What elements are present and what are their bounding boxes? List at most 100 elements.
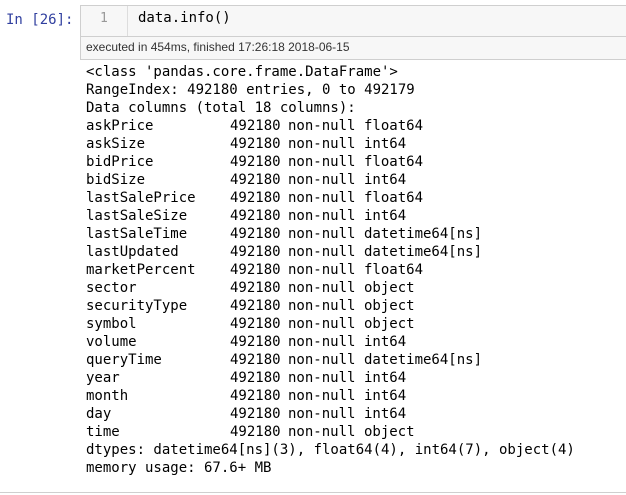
column-dtype: int64 xyxy=(364,172,407,188)
column-name: lastUpdated xyxy=(86,244,179,260)
column-name: askSize xyxy=(86,136,146,152)
input-prompt: In [26]: xyxy=(6,12,74,28)
line-number: 1 xyxy=(100,11,108,26)
column-count: 492180 xyxy=(230,118,281,134)
column-name: bidPrice xyxy=(86,154,154,170)
column-count: 492180 xyxy=(230,262,281,278)
column-dtype: int64 xyxy=(364,136,407,152)
line-number-gutter: 1 xyxy=(81,6,128,36)
code-input-area[interactable]: 1 data.info() xyxy=(80,5,626,37)
column-name: queryTime xyxy=(86,352,162,368)
column-count: 492180 xyxy=(230,172,281,188)
output-columns-header: Data columns (total 18 columns): xyxy=(86,100,356,116)
column-name: sector xyxy=(86,280,137,296)
column-dtype: float64 xyxy=(364,190,424,206)
column-nonnull: non-null xyxy=(288,172,356,188)
column-nonnull: non-null xyxy=(288,334,356,350)
column-count: 492180 xyxy=(230,352,281,368)
column-info-row: symbol 492180 non-null object xyxy=(86,315,622,333)
column-name: month xyxy=(86,388,129,404)
column-info-row: month 492180 non-null int64 xyxy=(86,387,622,405)
column-count: 492180 xyxy=(230,244,281,260)
execution-info-text: executed in 454ms, finished 17:26:18 201… xyxy=(86,40,350,54)
output-memory-line: memory usage: 67.6+ MB xyxy=(86,460,272,476)
output-class-line: <class 'pandas.core.frame.DataFrame'> xyxy=(86,64,398,80)
column-info-row: askSize 492180 non-null int64 xyxy=(86,135,622,153)
column-count: 492180 xyxy=(230,298,281,314)
column-dtype: int64 xyxy=(364,208,407,224)
column-dtype: object xyxy=(364,298,415,314)
column-nonnull: non-null xyxy=(288,370,356,386)
cell-bottom-divider xyxy=(0,492,626,493)
column-name: askPrice xyxy=(86,118,154,134)
column-name: securityType xyxy=(86,298,188,314)
column-name: day xyxy=(86,406,112,422)
column-name: volume xyxy=(86,334,137,350)
column-nonnull: non-null xyxy=(288,352,356,368)
column-info-row: lastSaleTime 492180 non-null datetime64[ns] xyxy=(86,225,622,243)
column-count: 492180 xyxy=(230,136,281,152)
execution-info-bar: executed in 454ms, finished 17:26:18 201… xyxy=(80,37,626,60)
column-nonnull: non-null xyxy=(288,298,356,314)
column-name: lastSaleSize xyxy=(86,208,188,224)
column-name: marketPercent xyxy=(86,262,196,278)
column-dtype: object xyxy=(364,280,415,296)
column-nonnull: non-null xyxy=(288,208,356,224)
column-name: lastSalePrice xyxy=(86,190,196,206)
column-info-row: askPrice 492180 non-null float64 xyxy=(86,117,622,135)
column-nonnull: non-null xyxy=(288,118,356,134)
column-dtype: int64 xyxy=(364,334,407,350)
columns-list: askPrice 492180 non-null float64 askSize 4921… xyxy=(86,117,622,441)
code-line[interactable]: data.info() xyxy=(138,10,231,26)
column-nonnull: non-null xyxy=(288,244,356,260)
column-count: 492180 xyxy=(230,334,281,350)
column-name: bidSize xyxy=(86,172,146,188)
column-info-row: sector 492180 non-null object xyxy=(86,279,622,297)
column-info-row: lastSaleSize 492180 non-null int64 xyxy=(86,207,622,225)
column-info-row: securityType 492180 non-null object xyxy=(86,297,622,315)
column-info-row: lastSalePrice 492180 non-null float64 xyxy=(86,189,622,207)
column-nonnull: non-null xyxy=(288,262,356,278)
column-count: 492180 xyxy=(230,154,281,170)
column-count: 492180 xyxy=(230,370,281,386)
column-info-row: volume 492180 non-null int64 xyxy=(86,333,622,351)
column-count: 492180 xyxy=(230,316,281,332)
column-name: time xyxy=(86,424,120,440)
output-range-index: RangeIndex: 492180 entries, 0 to 492179 xyxy=(86,82,415,98)
column-info-row: lastUpdated 492180 non-null datetime64[ns] xyxy=(86,243,622,261)
column-nonnull: non-null xyxy=(288,406,356,422)
column-info-row: bidSize 492180 non-null int64 xyxy=(86,171,622,189)
column-info-row: day 492180 non-null int64 xyxy=(86,405,622,423)
column-dtype: int64 xyxy=(364,406,407,422)
column-dtype: float64 xyxy=(364,262,424,278)
column-count: 492180 xyxy=(230,190,281,206)
column-info-row: queryTime 492180 non-null datetime64[ns] xyxy=(86,351,622,369)
column-nonnull: non-null xyxy=(288,316,356,332)
column-dtype: object xyxy=(364,424,415,440)
column-dtype: datetime64[ns] xyxy=(364,352,483,368)
column-dtype: datetime64[ns] xyxy=(364,244,483,260)
column-count: 492180 xyxy=(230,388,281,404)
column-count: 492180 xyxy=(230,280,281,296)
column-nonnull: non-null xyxy=(288,388,356,404)
column-dtype: datetime64[ns] xyxy=(364,226,483,242)
column-nonnull: non-null xyxy=(288,226,356,242)
column-info-row: marketPercent 492180 non-null float64 xyxy=(86,261,622,279)
column-name: year xyxy=(86,370,120,386)
column-count: 492180 xyxy=(230,226,281,242)
column-dtype: int64 xyxy=(364,388,407,404)
column-name: symbol xyxy=(86,316,137,332)
notebook-cell: In [26]: 1 data.info() executed in 454ms… xyxy=(0,0,626,495)
column-name: lastSaleTime xyxy=(86,226,188,242)
column-info-row: bidPrice 492180 non-null float64 xyxy=(86,153,622,171)
cell-output: <class 'pandas.core.frame.DataFrame'> Ra… xyxy=(86,63,622,477)
column-count: 492180 xyxy=(230,406,281,422)
column-count: 492180 xyxy=(230,424,281,440)
column-info-row: year 492180 non-null int64 xyxy=(86,369,622,387)
column-dtype: float64 xyxy=(364,118,424,134)
column-nonnull: non-null xyxy=(288,280,356,296)
column-dtype: object xyxy=(364,316,415,332)
column-dtype: int64 xyxy=(364,370,407,386)
column-nonnull: non-null xyxy=(288,424,356,440)
column-dtype: float64 xyxy=(364,154,424,170)
